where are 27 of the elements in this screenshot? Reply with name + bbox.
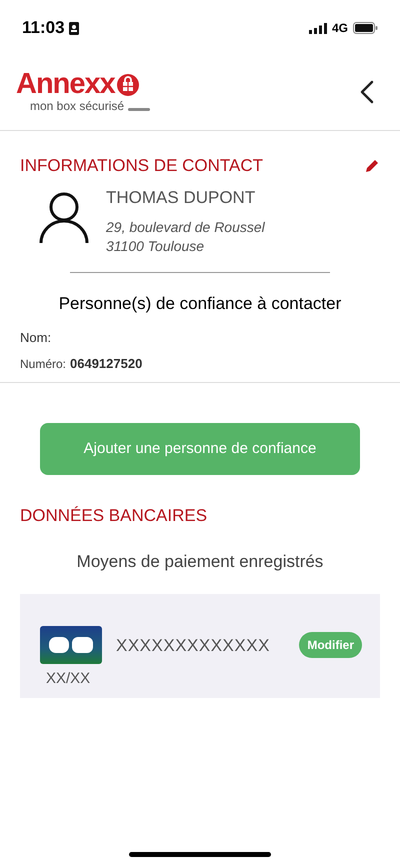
edit-card-button[interactable]: Modifier <box>299 632 362 658</box>
name-label: Nom: <box>20 329 52 348</box>
card-number: XXXXXXXXXXXXX <box>116 634 270 656</box>
trusted-heading: Personne(s) de confiance à contacter <box>58 292 342 315</box>
signal-icon <box>308 22 327 34</box>
section-heading: DONNÉES BANCAIRES <box>19 505 208 528</box>
back-icon[interactable] <box>360 80 374 104</box>
number-label: Numéro: <box>20 356 66 373</box>
pencil-icon[interactable] <box>364 158 380 174</box>
contact-card-icon <box>68 22 79 34</box>
payment-subheading: Moyens de paiement enregistrés <box>76 550 324 573</box>
logo-underline <box>128 108 150 111</box>
logo-tagline: mon box sécurisé <box>30 99 124 114</box>
padlock-logo-icon <box>116 72 140 96</box>
person-icon <box>38 190 90 244</box>
logo-title: Annexx <box>16 70 115 99</box>
bank-card-icon <box>40 626 102 664</box>
phone-number: 0649127520 <box>70 354 142 373</box>
address-line: 31100 Toulouse <box>106 236 206 256</box>
address-line: 29, boulevard de Roussel <box>106 218 265 237</box>
contact-name: THOMAS DUPONT <box>106 186 256 208</box>
battery-icon <box>353 22 378 34</box>
status-time: 11:03 <box>22 17 65 40</box>
card-expiry: XX/XX <box>45 669 92 690</box>
add-trusted-person-button[interactable]: Ajouter une personne de confiance <box>40 423 360 476</box>
network-label: 4G <box>332 20 348 37</box>
section-heading: INFORMATIONS DE CONTACT <box>20 155 264 177</box>
